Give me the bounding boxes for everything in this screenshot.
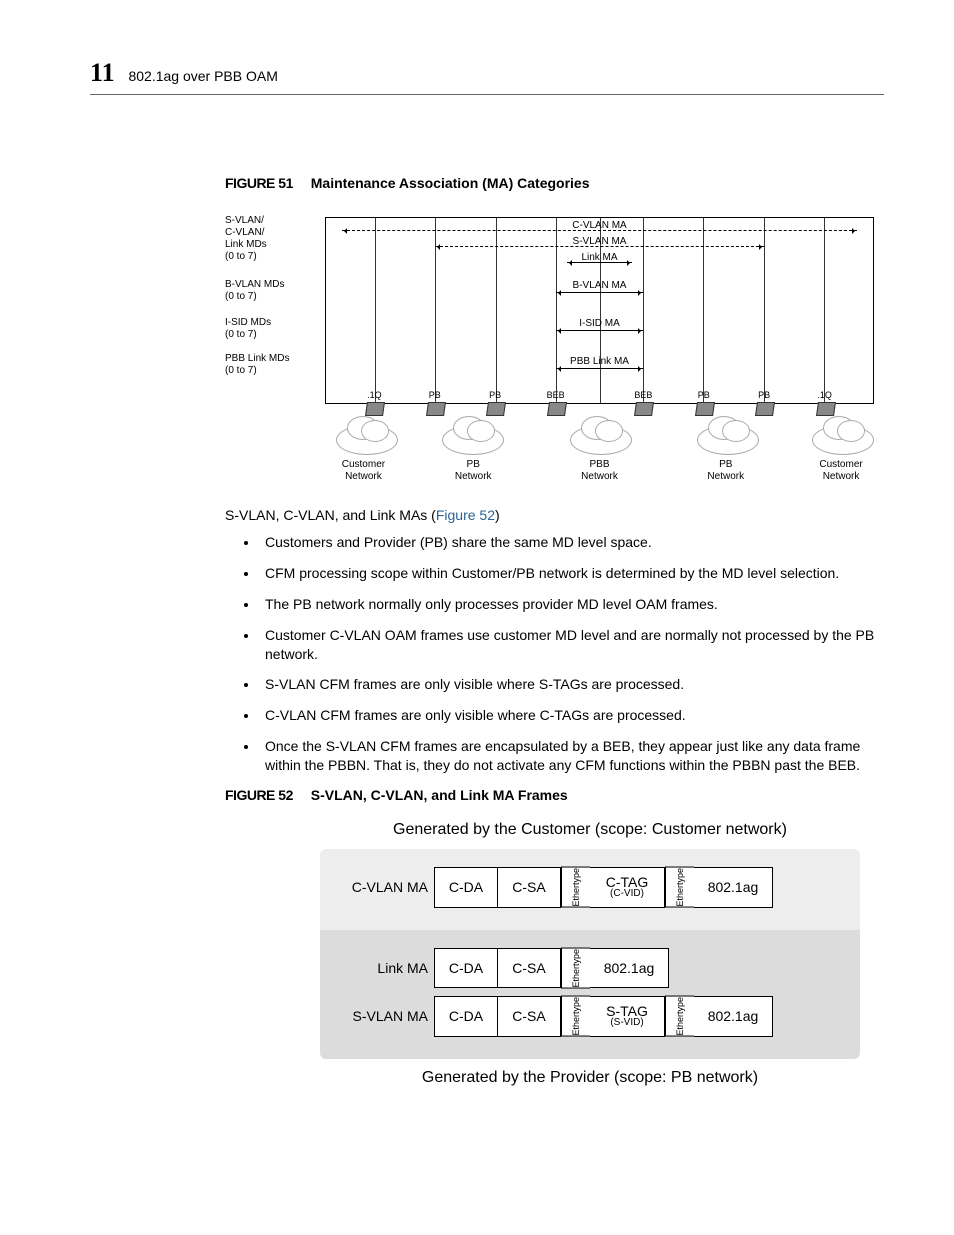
fig52-svlan-tag-main: S-TAG [606,1004,648,1018]
fig52-link-label: Link MA [336,948,434,989]
figure-52-caption: S-VLAN, C-VLAN, and Link MA Frames [311,787,568,803]
fig52-cvlan-eth1: Ethertype [561,867,590,908]
fig51-node-7: .1Q [817,390,832,401]
fig52-link-eth: Ethertype [561,948,590,989]
fig51-node-0: .1Q [367,390,382,401]
fig52-cvlan-ag: 802.1ag [694,867,773,908]
fig51-node-1: PB [429,390,441,401]
fig52-provider-area: Link MA C-DA C-SA Ethertype 802.1ag S-VL… [320,930,860,1059]
fig51-net-3: PBNetwork [707,459,744,483]
figure-51-diagram: S-VLAN/C-VLAN/Link MDs(0 to 7) B-VLAN MD… [225,207,884,487]
fig51-node-5: PB [698,390,710,401]
fig51-row-label-3: PBB Link MDs(0 to 7) [225,353,305,377]
bullet-3: Customer C-VLAN OAM frames use customer … [259,626,884,664]
fig52-svlan-ag: 802.1ag [694,996,773,1037]
fig52-cvlan-sa: C-SA [498,867,561,908]
intro-suffix: ) [495,507,500,523]
fig51-net-0: CustomerNetwork [342,459,385,483]
figure-52-label: FIGURE 52 [225,787,293,803]
fig51-chip-bvlan: B-VLAN MA [573,280,627,292]
fig51-grid: C-VLAN MA S-VLAN MA Link MA B-VLAN MA I-… [325,217,874,404]
figure-51-label: FIGURE 51 [225,175,293,191]
fig52-customer-area: C-VLAN MA C-DA C-SA Ethertype C-TAG (C-V… [320,849,860,930]
fig52-cvlan-label: C-VLAN MA [336,867,434,908]
fig51-row-label-0: S-VLAN/C-VLAN/Link MDs(0 to 7) [225,215,305,263]
fig52-svlan-eth1: Ethertype [561,996,590,1037]
section-title: 802.1ag over PBB OAM [128,68,277,84]
fig52-cvlan-eth2: Ethertype [665,867,694,908]
fig51-net-2: PBBNetwork [581,459,618,483]
bullet-0: Customers and Provider (PB) share the sa… [259,533,884,552]
fig51-row-label-1: B-VLAN MDs(0 to 7) [225,279,305,303]
fig51-node-4: BEB [634,390,652,401]
fig52-svlan-tag-sub: (S-VID) [610,1018,643,1028]
fig52-svlan-label: S-VLAN MA [336,996,434,1037]
intro-prefix: S-VLAN, C-VLAN, and Link MAs ( [225,507,436,523]
fig52-link-ag: 802.1ag [590,948,669,989]
figure-51-caption: Maintenance Association (MA) Categories [311,175,590,191]
fig52-svlan-tag: S-TAG (S-VID) [590,996,665,1037]
fig52-cvlan-da: C-DA [434,867,498,908]
fig52-cvlan-tag: C-TAG (C-VID) [590,867,665,908]
fig52-svlan-sa: C-SA [498,996,561,1037]
fig52-cvlan-tag-main: C-TAG [606,875,649,889]
fig52-svlan-eth2: Ethertype [665,996,694,1037]
figure-51-heading: FIGURE 51 Maintenance Association (MA) C… [225,175,884,191]
fig51-chip-isid: I-SID MA [579,318,620,330]
page-header: 11 802.1ag over PBB OAM [90,58,884,95]
intro-line: S-VLAN, C-VLAN, and Link MAs (Figure 52) [225,507,884,523]
figure-52-top-title: Generated by the Customer (scope: Custom… [320,821,860,839]
fig51-chip-pbblink: PBB Link MA [570,356,629,368]
fig52-row-link: Link MA C-DA C-SA Ethertype 802.1ag [336,948,844,989]
figure-52-diagram: Generated by the Customer (scope: Custom… [320,821,860,1087]
fig52-svlan-da: C-DA [434,996,498,1037]
fig52-cvlan-tag-sub: (C-VID) [610,889,644,899]
figure-52-bottom-title: Generated by the Provider (scope: PB net… [320,1069,860,1087]
fig52-row-svlan: S-VLAN MA C-DA C-SA Ethertype S-TAG (S-V… [336,996,844,1037]
fig52-link-sa: C-SA [498,948,561,989]
fig51-node-3: BEB [547,390,565,401]
bullet-list: Customers and Provider (PB) share the sa… [225,533,884,775]
bullet-5: C-VLAN CFM frames are only visible where… [259,706,884,725]
fig51-row-label-2: I-SID MDs(0 to 7) [225,317,305,341]
fig51-node-2: PB [489,390,501,401]
fig51-net-4: CustomerNetwork [819,459,862,483]
figure-52-link[interactable]: Figure 52 [436,507,495,523]
chapter-number: 11 [90,58,115,88]
bullet-6: Once the S-VLAN CFM frames are encapsula… [259,737,884,775]
fig52-row-cvlan: C-VLAN MA C-DA C-SA Ethertype C-TAG (C-V… [336,867,844,908]
bullet-2: The PB network normally only processes p… [259,595,884,614]
fig51-node-6: PB [758,390,770,401]
figure-52-heading: FIGURE 52 S-VLAN, C-VLAN, and Link MA Fr… [225,787,884,803]
fig52-link-da: C-DA [434,948,498,989]
bullet-4: S-VLAN CFM frames are only visible where… [259,675,884,694]
fig51-net-1: PBNetwork [455,459,492,483]
bullet-1: CFM processing scope within Customer/PB … [259,564,884,583]
